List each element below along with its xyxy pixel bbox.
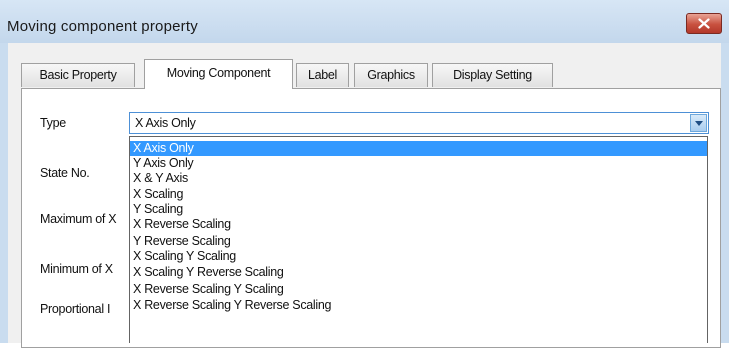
type-dropdown-list: X Axis Only Y Axis Only X & Y Axis X Sca…	[129, 136, 708, 343]
type-option-x-scaling[interactable]: X Scaling	[130, 187, 707, 202]
minimum-label: Minimum of X	[40, 262, 113, 276]
title-bar[interactable]: Moving component property	[0, 0, 729, 43]
window-title: Moving component property	[7, 18, 198, 35]
type-option-xy-axis[interactable]: X & Y Axis	[130, 171, 707, 186]
close-button[interactable]	[686, 13, 722, 34]
tab-strip: Basic Property Moving Component Label Gr…	[21, 57, 721, 89]
type-option-x-scaling-y-reverse-scaling[interactable]: X Scaling Y Reverse Scaling	[130, 265, 707, 280]
close-icon	[687, 14, 721, 33]
proportional-label: Proportional I	[40, 302, 111, 316]
tab-label: Moving Component	[166, 66, 271, 80]
tab-basic-property[interactable]: Basic Property	[21, 63, 135, 87]
tab-label[interactable]: Label	[296, 63, 349, 87]
property-dialog: Moving component property Basic Property…	[0, 0, 729, 348]
state-no-label: State No.	[40, 166, 90, 180]
type-select-value: X Axis Only	[135, 116, 196, 130]
tab-moving-component[interactable]: Moving Component	[144, 59, 293, 89]
type-label: Type	[40, 116, 66, 130]
tab-label: Display Setting	[453, 68, 532, 82]
type-option-x-reverse-scaling-y-scaling[interactable]: X Reverse Scaling Y Scaling	[130, 282, 707, 297]
type-option-y-scaling[interactable]: Y Scaling	[130, 202, 707, 217]
tab-label: Graphics	[367, 68, 415, 82]
type-select[interactable]: X Axis Only	[129, 112, 709, 134]
chevron-down-icon[interactable]	[690, 114, 707, 132]
type-option-y-axis-only[interactable]: Y Axis Only	[130, 156, 707, 171]
type-option-x-scaling-y-scaling[interactable]: X Scaling Y Scaling	[130, 249, 707, 264]
type-option-x-axis-only[interactable]: X Axis Only	[130, 141, 707, 156]
tab-display-setting[interactable]: Display Setting	[432, 63, 553, 87]
tab-label-text: Label	[307, 68, 338, 82]
tab-graphics[interactable]: Graphics	[354, 63, 428, 87]
tab-label: Basic Property	[39, 68, 117, 82]
type-option-x-reverse-scaling[interactable]: X Reverse Scaling	[130, 217, 707, 232]
type-option-x-reverse-scaling-y-reverse-scaling[interactable]: X Reverse Scaling Y Reverse Scaling	[130, 298, 707, 313]
maximum-label: Maximum of X	[40, 212, 117, 226]
type-option-y-reverse-scaling[interactable]: Y Reverse Scaling	[130, 234, 707, 249]
